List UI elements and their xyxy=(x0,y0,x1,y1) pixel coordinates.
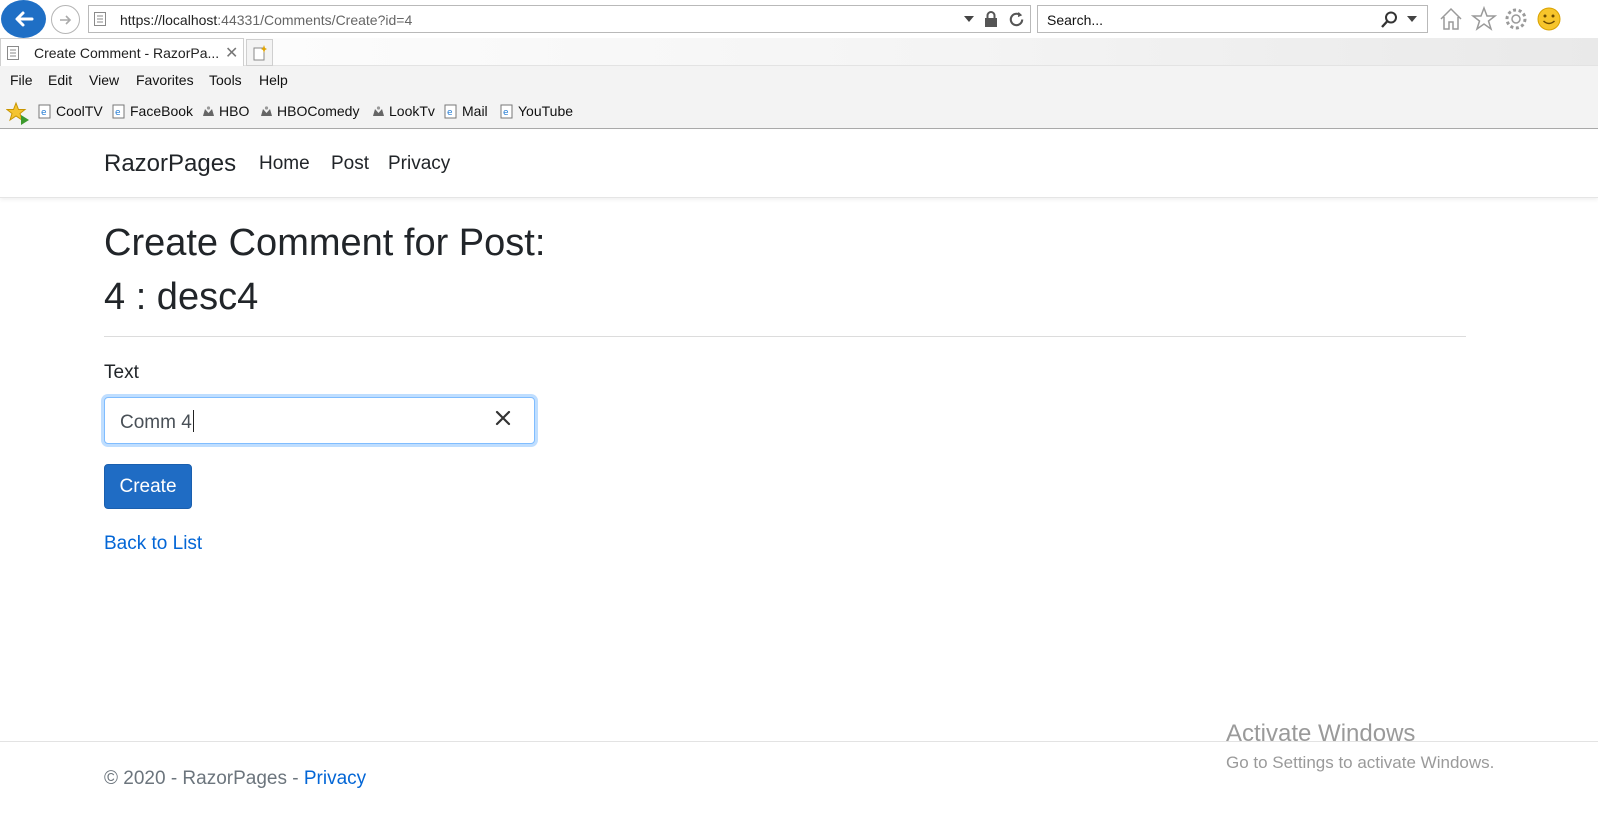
site-navbar: RazorPages Home Post Privacy xyxy=(0,130,1598,198)
ie-page-icon: e xyxy=(112,104,125,118)
menu-edit[interactable]: Edit xyxy=(48,72,72,88)
menu-bar: File Edit View Favorites Tools Help xyxy=(0,66,1598,95)
activate-windows-subtitle: Go to Settings to activate Windows. xyxy=(1226,753,1495,772)
favorite-item-hbocomedy[interactable]: HBOComedy xyxy=(259,103,359,119)
svg-text:e: e xyxy=(41,108,47,118)
gear-icon[interactable] xyxy=(1503,6,1529,32)
favorites-star-icon[interactable] xyxy=(1471,6,1497,32)
tab-active[interactable]: Create Comment - RazorPa... ✕ xyxy=(0,38,244,66)
ie-page-icon: e xyxy=(38,104,51,118)
smiley-feedback-icon[interactable] xyxy=(1536,6,1562,32)
create-button[interactable]: Create xyxy=(104,464,192,509)
ie-page-icon: e xyxy=(444,104,457,118)
menu-tools[interactable]: Tools xyxy=(209,72,242,88)
brand-link[interactable]: RazorPages xyxy=(104,150,236,178)
lock-icon[interactable] xyxy=(984,11,998,27)
favorite-item-hbo[interactable]: HBO xyxy=(201,103,249,119)
new-tab-icon xyxy=(253,44,267,60)
menu-help[interactable]: Help xyxy=(259,72,288,88)
browser-search-box[interactable]: Search... xyxy=(1037,5,1428,33)
search-icon[interactable] xyxy=(1379,10,1399,30)
page-subtitle: 4 : desc4 xyxy=(104,276,259,318)
favorites-add-icon[interactable] xyxy=(6,101,30,125)
address-bar-row: https://localhost:44331/Comments/Create?… xyxy=(0,0,1598,38)
text-input-value: Comm 4 xyxy=(120,410,194,433)
clear-input-icon[interactable] xyxy=(494,409,512,427)
svg-text:e: e xyxy=(447,108,453,118)
refresh-icon[interactable] xyxy=(1007,10,1026,29)
dropdown-arrow-icon[interactable] xyxy=(963,14,975,24)
svg-text:e: e xyxy=(115,108,121,118)
favorite-item-mail[interactable]: e Mail xyxy=(444,103,488,119)
text-field-label: Text xyxy=(104,362,139,383)
back-arrow-icon xyxy=(15,11,33,27)
home-icon[interactable] xyxy=(1438,6,1464,32)
divider xyxy=(104,336,1466,337)
search-placeholder: Search... xyxy=(1047,12,1104,28)
favorite-item-looktv[interactable]: LookTv xyxy=(371,103,435,119)
forward-button[interactable] xyxy=(51,5,80,34)
tab-title: Create Comment - RazorPa... xyxy=(34,45,220,61)
site-icon xyxy=(203,105,214,116)
site-icon xyxy=(261,105,272,116)
page-icon xyxy=(94,12,106,26)
nav-home[interactable]: Home xyxy=(259,153,310,175)
menu-favorites[interactable]: Favorites xyxy=(136,72,194,88)
footer-copyright: © 2020 - RazorPages - xyxy=(104,768,304,789)
svg-text:e: e xyxy=(503,108,509,118)
url-text: https://localhost:44331/Comments/Create?… xyxy=(120,12,413,28)
text-input[interactable]: Comm 4 xyxy=(104,397,535,444)
footer: © 2020 - RazorPages - Privacy xyxy=(104,768,366,790)
favorite-item-cooltv[interactable]: e CoolTV xyxy=(38,103,103,119)
activate-windows-title: Activate Windows xyxy=(1226,720,1416,747)
favorite-item-youtube[interactable]: e YouTube xyxy=(500,103,573,119)
new-tab-button[interactable] xyxy=(246,39,273,66)
menu-view[interactable]: View xyxy=(89,72,119,88)
search-dropdown-icon[interactable] xyxy=(1406,14,1418,24)
text-caret xyxy=(192,410,194,432)
back-to-list-link[interactable]: Back to List xyxy=(104,533,202,555)
back-button[interactable] xyxy=(1,0,46,38)
page-title: Create Comment for Post: xyxy=(104,222,546,264)
nav-post[interactable]: Post xyxy=(331,153,369,175)
address-bar[interactable]: https://localhost:44331/Comments/Create?… xyxy=(88,5,1031,33)
forward-arrow-icon xyxy=(59,14,71,25)
site-icon xyxy=(373,105,384,116)
ie-page-icon: e xyxy=(500,104,513,118)
nav-privacy[interactable]: Privacy xyxy=(388,153,450,175)
favorites-bar: e CoolTV e FaceBook HBO HBOComedy LookTv… xyxy=(0,95,1598,129)
tab-strip: Create Comment - RazorPa... ✕ xyxy=(0,38,1598,66)
close-icon[interactable]: ✕ xyxy=(225,43,238,63)
favorite-item-facebook[interactable]: e FaceBook xyxy=(112,103,193,119)
menu-file[interactable]: File xyxy=(10,72,33,88)
page-icon xyxy=(7,46,19,60)
footer-privacy-link[interactable]: Privacy xyxy=(304,768,366,789)
